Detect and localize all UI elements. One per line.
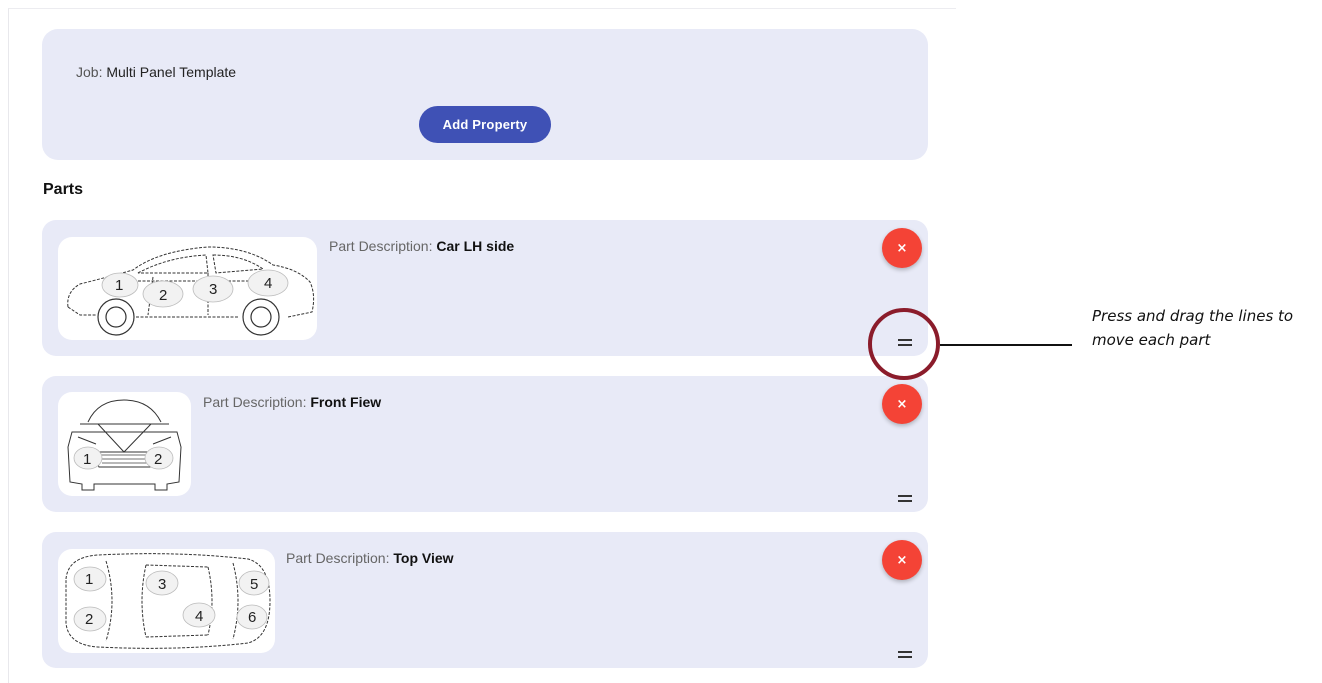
part-description-value: Car LH side (436, 238, 515, 254)
part-description-value: Front Fiew (310, 394, 382, 410)
add-property-button[interactable]: Add Property (419, 106, 551, 143)
delete-part-button[interactable]: × (882, 384, 922, 424)
job-title: Job: Multi Panel Template (76, 64, 236, 80)
drag-handle-icon[interactable] (898, 492, 912, 504)
zone-label: 4 (264, 275, 272, 292)
part-description: Part Description: Car LH side (329, 238, 514, 254)
highlight-circle (868, 308, 940, 380)
car-front-diagram: 1 2 (58, 392, 191, 496)
zone-label: 1 (83, 451, 91, 468)
part-description: Part Description: Front Fiew (203, 394, 381, 410)
part-card: 1 2 Part Description: Front Fiew × (42, 376, 928, 512)
car-top-diagram: 1 2 3 4 5 6 (58, 549, 275, 653)
job-card: Job: Multi Panel Template Add Property (42, 29, 928, 160)
part-card: 1 2 3 4 5 6 Part Description: Top View × (42, 532, 928, 668)
zone-label: 3 (209, 281, 217, 298)
callout-line (940, 344, 1072, 346)
zone-label: 3 (158, 576, 166, 593)
part-description-label: Part Description: (329, 238, 437, 254)
zone-label: 2 (154, 451, 162, 468)
callout-text: Press and drag the lines to move each pa… (1092, 307, 1294, 349)
zone-label: 4 (195, 608, 203, 625)
job-label: Job: (76, 64, 107, 80)
drag-handle-icon[interactable] (898, 648, 912, 660)
car-side-diagram: 1 2 3 4 (58, 237, 317, 340)
part-description-label: Part Description: (286, 550, 394, 566)
zone-label: 2 (85, 611, 93, 628)
zone-label: 1 (115, 277, 123, 294)
part-card: 1 2 3 4 Part Description: Car LH side × (42, 220, 928, 356)
zone-label: 6 (248, 609, 256, 626)
zone-label: 5 (250, 576, 258, 593)
delete-part-button[interactable]: × (882, 540, 922, 580)
part-description-value: Top View (393, 550, 454, 566)
delete-part-button[interactable]: × (882, 228, 922, 268)
part-description-label: Part Description: (203, 394, 311, 410)
part-description: Part Description: Top View (286, 550, 454, 566)
job-value: Multi Panel Template (106, 64, 237, 80)
zone-label: 2 (159, 287, 167, 304)
zone-label: 1 (85, 571, 93, 588)
parts-heading: Parts (43, 181, 84, 198)
